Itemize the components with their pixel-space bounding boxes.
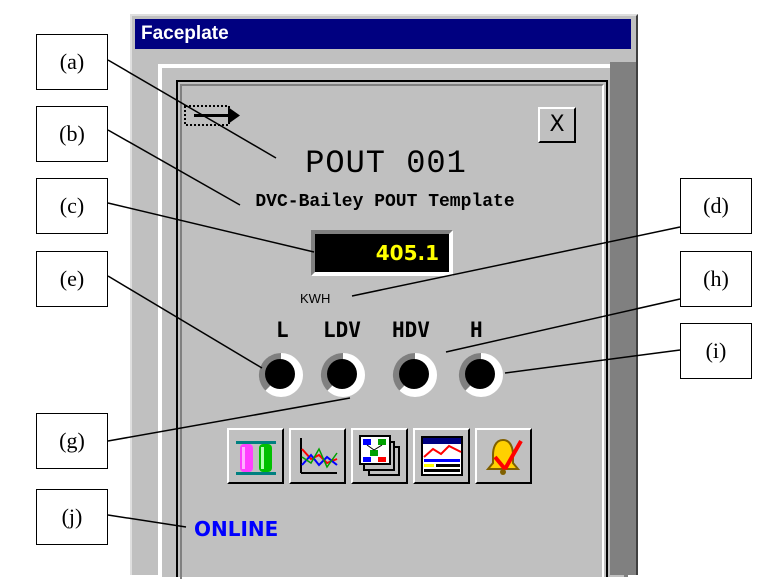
window-shadow	[610, 62, 636, 575]
callout-g: (g)	[36, 413, 108, 469]
alarm-ack-icon	[485, 438, 523, 475]
callout-j: (j)	[36, 489, 108, 545]
trend-button[interactable]	[289, 428, 346, 484]
trend-icon	[300, 438, 338, 474]
navigate-arrow-button[interactable]	[184, 103, 242, 128]
window-title[interactable]: Faceplate	[135, 19, 631, 49]
faceplate-window: Faceplate	[130, 14, 638, 579]
callout-i: (i)	[680, 323, 752, 379]
alarm-indicator-l	[258, 352, 303, 397]
tag-name: POUT 001	[305, 145, 467, 182]
callout-a: (a)	[36, 34, 108, 90]
alarm-indicator-h	[458, 352, 503, 397]
callout-c: (c)	[36, 178, 108, 234]
graphics-display-icon	[359, 435, 400, 476]
alarm-label-hdv: HDV	[392, 318, 430, 342]
status-text: ONLINE	[194, 517, 279, 541]
engineering-units: KWH	[300, 291, 331, 306]
callout-b: (b)	[36, 106, 108, 162]
alarm-indicator-ldv	[320, 352, 365, 397]
callout-e: (e)	[36, 251, 108, 307]
alarm-indicator-hdv	[392, 352, 437, 397]
faceplate-toolbar	[227, 428, 534, 484]
tank-display-button[interactable]	[227, 428, 284, 484]
alarm-ack-button[interactable]	[475, 428, 532, 484]
graphics-display-button[interactable]	[351, 428, 408, 484]
callout-d: (d)	[680, 178, 752, 234]
alarm-label-h: H	[470, 318, 483, 342]
tank-display-icon	[236, 441, 276, 475]
alarm-label-ldv: LDV	[323, 318, 361, 342]
report-icon	[421, 436, 463, 476]
arrow-right-icon	[184, 105, 240, 126]
process-value-display: 405.1	[311, 230, 453, 276]
report-button[interactable]	[413, 428, 470, 484]
alarm-label-l: L	[276, 318, 289, 342]
close-button[interactable]: X	[538, 107, 576, 143]
callout-h: (h)	[680, 251, 752, 307]
tag-description: DVC-Bailey POUT Template	[255, 192, 515, 212]
